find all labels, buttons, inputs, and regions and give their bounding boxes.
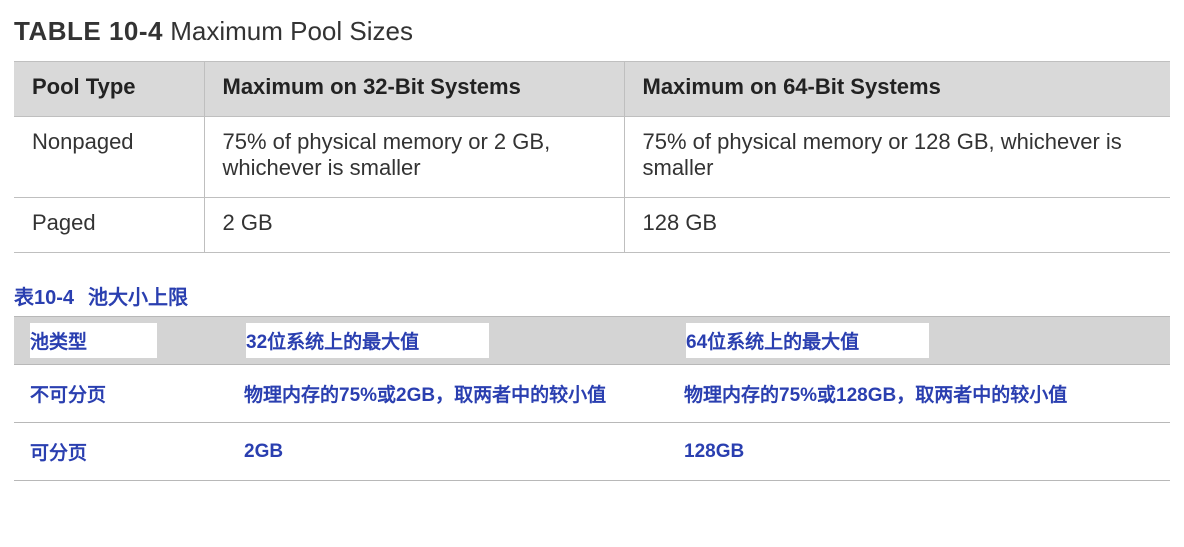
table-header-row: 池类型 32位系统上的最大值 64位系统上的最大值 xyxy=(14,317,1170,365)
cell-max-64-zh: 物理内存的75%或128GB，取两者中的较小值 xyxy=(664,365,1170,423)
pool-size-table-zh: 池类型 32位系统上的最大值 64位系统上的最大值 不可分页 物理内存的75%或… xyxy=(14,316,1170,481)
col-header-pool-type-zh: 池类型 xyxy=(14,317,224,365)
cell-max-64: 75% of physical memory or 128 GB, whiche… xyxy=(624,117,1170,198)
cell-pool-type: Nonpaged xyxy=(14,117,204,198)
cell-max-32-zh: 2GB xyxy=(224,423,664,481)
cell-pool-type-zh: 不可分页 xyxy=(14,365,224,423)
col-header-max-32: Maximum on 32-Bit Systems xyxy=(204,62,624,117)
col-header-max-64-zh: 64位系统上的最大值 xyxy=(664,317,1170,365)
cell-max-64-zh: 128GB xyxy=(664,423,1170,481)
table-header-row: Pool Type Maximum on 32-Bit Systems Maxi… xyxy=(14,62,1170,117)
cell-pool-type-zh: 可分页 xyxy=(14,423,224,481)
pool-size-table-en: Pool Type Maximum on 32-Bit Systems Maxi… xyxy=(14,61,1170,253)
table-caption-en: Maximum Pool Sizes xyxy=(170,16,413,46)
table-row: Nonpaged 75% of physical memory or 2 GB,… xyxy=(14,117,1170,198)
cell-pool-type: Paged xyxy=(14,198,204,253)
table-row: 不可分页 物理内存的75%或2GB，取两者中的较小值 物理内存的75%或128G… xyxy=(14,365,1170,423)
col-header-max-32-zh: 32位系统上的最大值 xyxy=(224,317,664,365)
col-header-max-64: Maximum on 64-Bit Systems xyxy=(624,62,1170,117)
cell-max-32: 75% of physical memory or 2 GB, whicheve… xyxy=(204,117,624,198)
table-title-zh: 表10-4 池大小上限 xyxy=(14,281,1170,310)
table-title-en: TABLE 10-4 Maximum Pool Sizes xyxy=(14,16,1170,47)
col-header-pool-type: Pool Type xyxy=(14,62,204,117)
table-row: Paged 2 GB 128 GB xyxy=(14,198,1170,253)
cell-max-32-zh: 物理内存的75%或2GB，取两者中的较小值 xyxy=(224,365,664,423)
cell-max-64: 128 GB xyxy=(624,198,1170,253)
table-caption-zh: 池大小上限 xyxy=(88,287,188,309)
table-row: 可分页 2GB 128GB xyxy=(14,423,1170,481)
cell-max-32: 2 GB xyxy=(204,198,624,253)
table-number-en: TABLE 10-4 xyxy=(14,16,163,46)
table-number-zh: 表10-4 xyxy=(14,287,74,309)
